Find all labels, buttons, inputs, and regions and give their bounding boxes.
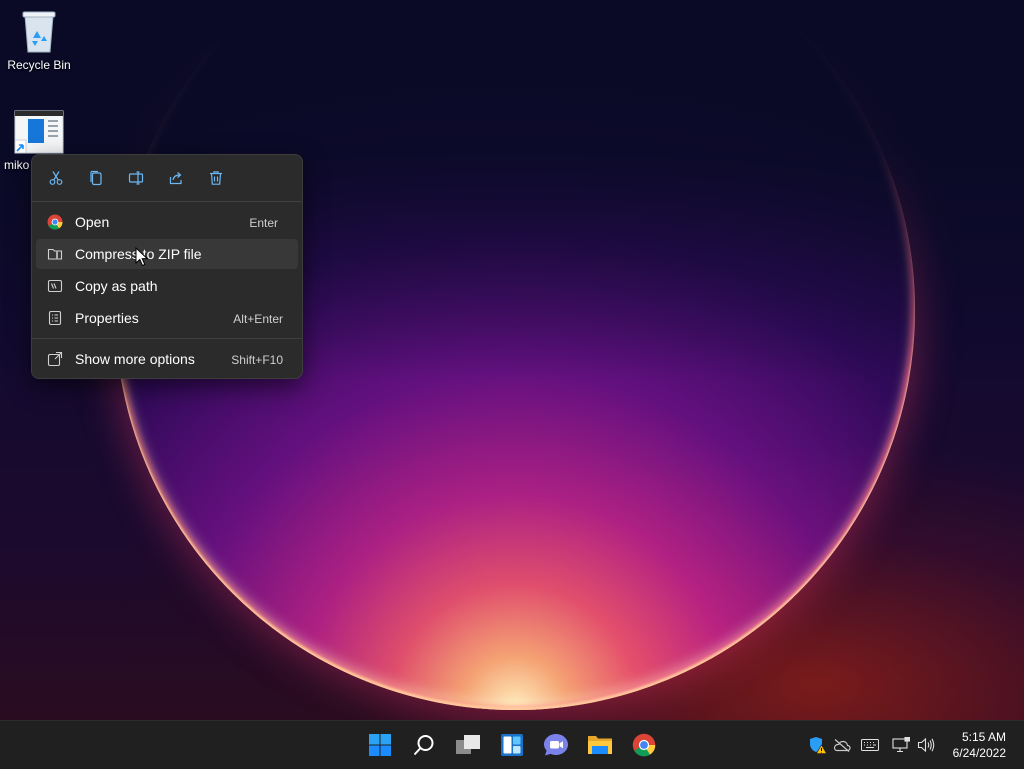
file-explorer-button[interactable] bbox=[582, 727, 618, 763]
onedrive-icon bbox=[833, 739, 851, 752]
defender-warning-icon bbox=[810, 737, 827, 754]
task-view-icon bbox=[456, 735, 480, 754]
document-shortcut-icon bbox=[14, 110, 64, 154]
menu-item-shortcut: Shift+F10 bbox=[231, 353, 283, 367]
desktop-icon-recycle-bin[interactable]: Recycle Bin bbox=[1, 8, 77, 72]
taskbar-clock[interactable]: 5:15 AM 6/24/2022 bbox=[953, 729, 1006, 761]
rename-button[interactable] bbox=[122, 164, 150, 192]
cut-button[interactable] bbox=[42, 164, 70, 192]
start-button[interactable] bbox=[362, 727, 398, 763]
menu-item-copy-as-path[interactable]: Copy as path bbox=[36, 271, 298, 301]
rename-icon bbox=[128, 171, 144, 185]
cut-icon bbox=[49, 171, 63, 185]
teams-chat-icon bbox=[544, 734, 568, 756]
menu-item-label: Open bbox=[75, 214, 110, 230]
menu-item-properties[interactable]: Properties Alt+Enter bbox=[36, 303, 298, 333]
clock-time: 5:15 AM bbox=[961, 730, 1006, 744]
recycle-bin-icon bbox=[22, 11, 56, 53]
file-explorer-icon bbox=[588, 736, 612, 754]
delete-button[interactable] bbox=[202, 164, 230, 192]
delete-icon bbox=[210, 171, 222, 185]
zip-folder-icon bbox=[47, 248, 63, 260]
menu-item-show-more-options[interactable]: Show more options Shift+F10 bbox=[36, 344, 298, 374]
menu-separator bbox=[32, 338, 302, 339]
show-more-icon bbox=[47, 351, 63, 367]
search-icon bbox=[413, 735, 434, 756]
chrome-icon bbox=[632, 733, 656, 757]
onedrive-button[interactable] bbox=[833, 736, 851, 754]
menu-item-open[interactable]: Open Enter bbox=[36, 207, 298, 237]
menu-separator bbox=[32, 201, 302, 202]
copy-icon bbox=[90, 170, 102, 186]
menu-item-label: Properties bbox=[75, 310, 139, 326]
keyboard-icon bbox=[861, 739, 879, 751]
menu-item-shortcut: Alt+Enter bbox=[233, 312, 283, 326]
menu-item-shortcut: Enter bbox=[249, 216, 278, 230]
taskbar: 5:15 AM 6/24/2022 bbox=[0, 720, 1024, 769]
volume-button[interactable] bbox=[917, 736, 935, 754]
chrome-icon bbox=[47, 214, 63, 230]
network-icon bbox=[892, 737, 910, 753]
start-icon bbox=[369, 734, 391, 756]
clock-date: 6/24/2022 bbox=[952, 746, 1006, 760]
network-button[interactable] bbox=[892, 736, 910, 754]
context-menu-quick-actions bbox=[32, 155, 302, 201]
context-menu: Open Enter Compress to ZIP file Copy as … bbox=[31, 154, 303, 379]
widgets-button[interactable] bbox=[494, 727, 530, 763]
properties-icon bbox=[48, 310, 62, 326]
chrome-taskbar-button[interactable] bbox=[626, 727, 662, 763]
widgets-icon bbox=[501, 734, 523, 756]
defender-warning-button[interactable] bbox=[809, 736, 827, 754]
menu-item-label: Show more options bbox=[75, 351, 195, 367]
volume-icon bbox=[917, 737, 935, 753]
task-view-button[interactable] bbox=[450, 727, 486, 763]
share-icon bbox=[169, 172, 182, 185]
teams-chat-button[interactable] bbox=[538, 727, 574, 763]
copy-button[interactable] bbox=[82, 164, 110, 192]
menu-item-compress-zip[interactable]: Compress to ZIP file bbox=[36, 239, 298, 269]
search-button[interactable] bbox=[406, 727, 442, 763]
keyboard-button[interactable] bbox=[861, 736, 879, 754]
path-icon bbox=[47, 279, 63, 293]
menu-item-label: Copy as path bbox=[75, 278, 158, 294]
mouse-cursor-icon bbox=[135, 247, 149, 267]
share-button[interactable] bbox=[162, 164, 190, 192]
desktop-icon-label: Recycle Bin bbox=[7, 58, 71, 72]
